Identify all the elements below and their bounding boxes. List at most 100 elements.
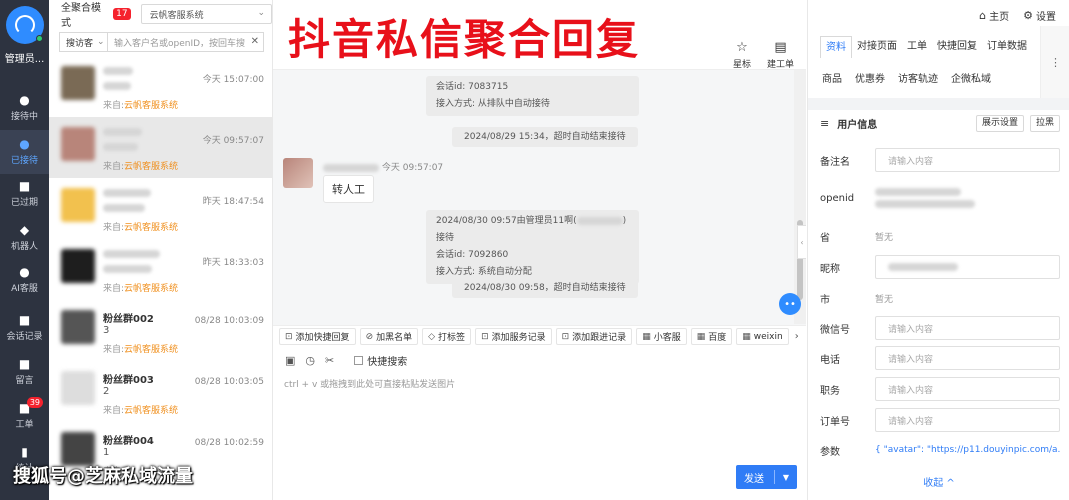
check-bubble-icon: ● (19, 137, 30, 151)
toolbar-button-label: 小客服 (653, 333, 681, 343)
system-select[interactable]: 云帆客服系统 ⌄ (140, 4, 272, 24)
field-value[interactable]: 请输入内容 (875, 346, 1060, 370)
nav-item-0[interactable]: ● 接待中 (0, 86, 49, 130)
clock-icon[interactable]: ◷ (305, 354, 315, 367)
toolbar-button-label: 添加服务记录 (491, 333, 546, 343)
home-label: 主页 (989, 11, 1010, 23)
message-editor[interactable]: ▣ ◷ ✂ 快捷搜索 ctrl + v 或拖拽到此处可直接粘贴发送图片 发送 ▼ (273, 347, 806, 500)
conversation-item[interactable]: 来自:云帆客服系统 昨天 18:33:03 (49, 239, 272, 300)
send-button[interactable]: 发送 ▼ (736, 465, 797, 489)
tab-1[interactable]: 对接页面 (852, 36, 902, 58)
message-bubble[interactable]: 转人工 (323, 175, 374, 203)
field-label: 职务 (820, 385, 840, 397)
field-value[interactable]: 请输入内容 (875, 377, 1060, 401)
toolbar-button-label: 加黑名单 (376, 333, 413, 343)
conversation-item[interactable]: 来自:云帆客服系统 今天 09:57:07 (49, 117, 272, 178)
toolbar-button-label: 打标签 (438, 333, 466, 343)
checkbox-box[interactable] (354, 356, 364, 365)
toolbar-button-5[interactable]: ▦ 小客服 (636, 328, 687, 345)
sub-tab-3[interactable]: 企微私域 (951, 70, 991, 85)
toolbar-button-1[interactable]: ⊘ 加黑名单 (359, 328, 419, 345)
nav-item-badge: 39 (26, 397, 43, 408)
session-info-card: 会话id: 7083715 接入方式: 从排队中自动接待 (426, 76, 639, 116)
avatar (61, 66, 95, 100)
admin-label[interactable]: 管理员... (0, 50, 49, 65)
nav-item-4[interactable]: ● AI客服 (0, 258, 49, 302)
source-prefix: 来自: (103, 345, 125, 355)
toolbar-button-4[interactable]: ⊡ 添加跟进记录 (555, 328, 633, 345)
field-value: 暂无 (875, 294, 894, 305)
sub-tab-1[interactable]: 优惠券 (855, 70, 885, 85)
toolbar-button-3[interactable]: ⊡ 添加服务记录 (475, 328, 552, 345)
field-row: 电话 请输入内容 (820, 346, 1060, 370)
tab-3[interactable]: 快捷回复 (932, 36, 982, 58)
field-label: 市 (820, 294, 830, 306)
conversation-source: 来自:云帆客服系统 (103, 159, 264, 172)
conversation-source: 来自:云帆客服系统 (103, 98, 264, 111)
source-name: 云帆客服系统 (124, 345, 179, 355)
grid-icon: ▦ (696, 331, 706, 342)
conversation-source: 来自:云帆客服系统 (103, 220, 264, 233)
field-row: 参数 { "avatar": "https://p11.douyinpic.com… (820, 438, 1060, 462)
field-value (875, 186, 1060, 210)
conversation-item[interactable]: 粉丝群003 2 来自:云帆客服系统 08/28 10:03:05 (49, 361, 272, 422)
caret-down-icon[interactable]: ▼ (775, 473, 797, 482)
blurred-message (103, 82, 131, 90)
nav-item-3[interactable]: ◆ 机器人 (0, 216, 49, 260)
primary-tabs: 资料 对接页面 工单 快捷回复 订单数据 (820, 36, 1032, 58)
display-settings-button[interactable]: 展示设置 (976, 115, 1025, 132)
tab-4[interactable]: 订单数据 (982, 36, 1032, 58)
follow-record-icon: ⊡ (561, 331, 570, 342)
home-link[interactable]: ⌂ 主页 (979, 8, 1009, 23)
conversation-item[interactable]: 粉丝群002 3 来自:云帆客服系统 08/28 10:03:09 (49, 300, 272, 361)
nav-item-6[interactable]: ■ 留言 (0, 350, 49, 394)
search-type-select[interactable]: 搜访客 ⌄ (59, 32, 107, 52)
field-value[interactable]: 请输入内容 (875, 148, 1060, 172)
sub-tab-2[interactable]: 访客轨迹 (898, 70, 938, 85)
search-input[interactable]: 输入客户名或openID，按回车搜 ✕ (107, 32, 264, 52)
star-button[interactable]: ☆ 星标 (733, 40, 751, 70)
source-name: 云帆客服系统 (124, 101, 179, 111)
panel-collapse-tab[interactable]: ‹ (797, 225, 806, 259)
toolbar-button-2[interactable]: ◇ 打标签 (422, 328, 472, 345)
nav-item-2[interactable]: ■ 已过期 (0, 172, 49, 216)
create-ticket-button[interactable]: ▤ 建工单 (767, 40, 794, 70)
clear-icon[interactable]: ✕ (251, 36, 259, 47)
field-value[interactable]: 请输入内容 (875, 316, 1060, 340)
toolbar-button-6[interactable]: ▦ 百度 (690, 328, 733, 345)
tab-0[interactable]: 资料 (820, 36, 852, 58)
field-label: openid (820, 192, 855, 204)
toolbar-button-0[interactable]: ⊡ 添加快捷回复 (279, 328, 356, 345)
settings-link[interactable]: ⚙ 设置 (1023, 8, 1056, 23)
toolbar-button-7[interactable]: ▦ weixin (736, 328, 789, 345)
panel-menu-icon[interactable]: ⋮ (1040, 26, 1069, 98)
scissors-icon[interactable]: ✂ (325, 354, 334, 367)
nav-item-7[interactable]: ■ 工单 39 (0, 394, 49, 438)
blacklist-button[interactable]: 拉黑 (1030, 115, 1060, 132)
chevron-right-icon[interactable]: › (795, 331, 799, 342)
source-name: 云帆客服系统 (124, 284, 179, 294)
field-value[interactable]: 请输入内容 (875, 408, 1060, 432)
logo-ring-icon (14, 15, 35, 35)
nav-item-1[interactable]: ● 已接待 (0, 130, 49, 174)
chevron-down-icon: ⌄ (257, 8, 265, 18)
quick-search-checkbox[interactable]: 快捷搜索 (354, 353, 407, 368)
toolbar-button-label: weixin (753, 331, 783, 342)
mode-label[interactable]: 全聚合模式 (61, 0, 109, 29)
image-icon[interactable]: ▣ (285, 354, 295, 367)
message-time: 今天 09:57:07 (381, 163, 444, 173)
tab-2[interactable]: 工单 (902, 36, 932, 58)
blurred-name (103, 67, 133, 75)
chat-scrollbar[interactable] (794, 70, 806, 324)
source-prefix: 来自: (103, 101, 125, 111)
blurred-value (875, 188, 961, 196)
collapse-link[interactable]: 收起 ^ (808, 474, 1069, 489)
conversation-item[interactable]: 来自:云帆客服系统 今天 15:07:00 (49, 56, 272, 117)
sub-tab-0[interactable]: 商品 (822, 70, 842, 85)
assistant-float-icon[interactable]: •• (779, 293, 801, 315)
field-value[interactable] (875, 255, 1060, 279)
field-value[interactable]: { "avatar": "https://p11.douyinpic.com/a… (875, 438, 1060, 462)
nav-item-5[interactable]: ■ 会话记录 (0, 306, 49, 350)
conversation-last-message: 2 (103, 386, 110, 397)
conversation-item[interactable]: 来自:云帆客服系统 昨天 18:47:54 (49, 178, 272, 239)
